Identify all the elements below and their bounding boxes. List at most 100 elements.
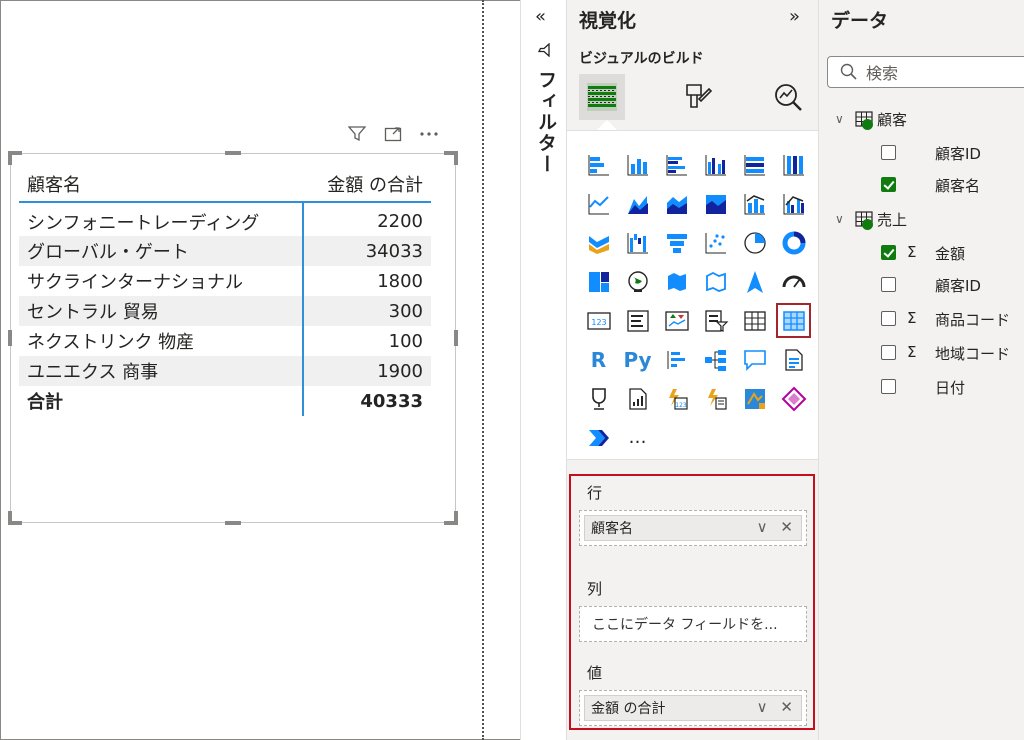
line-and-clustered-column-icon[interactable] xyxy=(774,184,813,223)
collapse-panes-icon[interactable]: « xyxy=(535,6,546,27)
rows-field-pill[interactable]: 顧客名 ∨ ✕ xyxy=(584,515,802,541)
line-and-stacked-column-icon[interactable] xyxy=(735,184,774,223)
field-checkbox[interactable] xyxy=(881,311,896,326)
resize-handle[interactable] xyxy=(454,151,458,165)
field-checkbox-checked[interactable] xyxy=(881,177,896,192)
multi-row-card-icon[interactable] xyxy=(618,301,657,340)
filter-pane-collapsed[interactable]: « フィルター xyxy=(520,0,566,740)
shape-map-icon[interactable] xyxy=(696,262,735,301)
smart-narrative-icon[interactable] xyxy=(774,340,813,379)
chevron-down-icon[interactable]: ∨ xyxy=(835,212,851,226)
waterfall-chart-icon[interactable] xyxy=(618,223,657,262)
100-bar-chart-icon[interactable] xyxy=(735,145,774,184)
column-header-amount[interactable]: 金額 の合計 xyxy=(303,162,431,202)
field-checkbox[interactable] xyxy=(881,379,896,394)
build-visual-icon[interactable] xyxy=(579,74,625,120)
arcgis-map-icon[interactable] xyxy=(735,379,774,418)
rows-well[interactable]: 顧客名 ∨ ✕ xyxy=(579,510,807,546)
area-chart-icon[interactable] xyxy=(618,184,657,223)
power-apps-card-icon[interactable]: 123 xyxy=(657,379,696,418)
stacked-column-chart-icon[interactable] xyxy=(618,145,657,184)
column-header-customer[interactable]: 顧客名 xyxy=(19,162,303,202)
resize-handle[interactable] xyxy=(8,151,12,165)
values-well[interactable]: 金額 の合計 ∨ ✕ xyxy=(579,690,807,726)
paginated-report-icon[interactable] xyxy=(618,379,657,418)
resize-handle[interactable] xyxy=(225,521,241,525)
field-item[interactable]: Σ 地域コード xyxy=(819,338,1024,368)
pie-chart-icon[interactable] xyxy=(735,223,774,262)
values-field-pill[interactable]: 金額 の合計 ∨ ✕ xyxy=(584,695,802,721)
field-label: 顧客ID xyxy=(935,277,981,295)
donut-chart-icon[interactable] xyxy=(774,223,813,262)
check-badge-icon xyxy=(862,219,873,230)
data-pane-title: データ xyxy=(831,10,889,32)
pill-controls[interactable]: ∨ ✕ xyxy=(757,698,797,716)
qa-visual-icon[interactable] xyxy=(735,340,774,379)
matrix-icon[interactable] xyxy=(774,301,813,340)
field-item[interactable]: Σ 金額 xyxy=(819,238,1024,268)
field-item[interactable]: 顧客ID xyxy=(819,138,1024,168)
100-column-chart-icon[interactable] xyxy=(774,145,813,184)
expand-pane-icon[interactable]: » xyxy=(789,6,800,27)
field-checkbox[interactable] xyxy=(881,277,896,292)
resize-handle[interactable] xyxy=(454,511,458,525)
table-node-customer[interactable]: ∨ 顧客 xyxy=(819,104,907,134)
filter-pane-label[interactable]: フィルター xyxy=(533,70,560,175)
power-automate-icon[interactable] xyxy=(696,379,735,418)
funnel-chart-icon[interactable] xyxy=(657,223,696,262)
goals-icon[interactable] xyxy=(579,379,618,418)
stacked-bar-chart-icon[interactable] xyxy=(579,145,618,184)
field-item[interactable]: 顧客ID xyxy=(819,270,1024,300)
more-visuals-icon[interactable]: … xyxy=(618,418,657,457)
resize-handle[interactable] xyxy=(454,330,458,346)
focus-mode-icon[interactable] xyxy=(382,123,404,145)
python-visual-icon[interactable]: Py xyxy=(618,340,657,379)
scatter-chart-icon[interactable] xyxy=(696,223,735,262)
field-checkbox[interactable] xyxy=(881,145,896,160)
100-stacked-area-chart-icon[interactable] xyxy=(696,184,735,223)
field-item[interactable]: Σ 商品コード xyxy=(819,304,1024,334)
power-automate-flow-icon[interactable] xyxy=(579,418,618,457)
table-icon[interactable] xyxy=(735,301,774,340)
decomposition-tree-icon[interactable] xyxy=(696,340,735,379)
ribbon-chart-icon[interactable] xyxy=(579,223,618,262)
field-checkbox-checked[interactable] xyxy=(881,245,896,260)
resize-handle[interactable] xyxy=(8,511,12,525)
resize-handle[interactable] xyxy=(225,151,241,155)
analytics-icon[interactable] xyxy=(765,74,811,120)
slicer-icon[interactable] xyxy=(696,301,735,340)
clustered-column-chart-icon[interactable] xyxy=(696,145,735,184)
table-icon xyxy=(855,111,873,130)
clustered-bar-chart-icon[interactable] xyxy=(657,145,696,184)
r-visual-glyph: R xyxy=(590,347,607,372)
field-item[interactable]: 日付 xyxy=(819,372,1024,402)
stacked-area-chart-icon[interactable] xyxy=(657,184,696,223)
chevron-down-icon[interactable]: ∨ xyxy=(835,112,851,126)
gauge-icon[interactable] xyxy=(774,262,813,301)
key-influencers-icon[interactable] xyxy=(657,340,696,379)
table-visual[interactable]: 顧客名 金額 の合計 シンフォニートレーディング 2200 グローバル・ゲート … xyxy=(8,151,458,525)
total-value: 40333 xyxy=(302,386,431,416)
filter-icon[interactable] xyxy=(346,123,368,145)
field-checkbox[interactable] xyxy=(881,345,896,360)
r-visual-icon[interactable]: R xyxy=(579,340,618,379)
search-input[interactable]: 検索 xyxy=(827,56,1024,88)
total-row: 合計 40333 xyxy=(19,386,431,416)
columns-well[interactable]: ここにデータ フィールドを... xyxy=(579,606,807,642)
format-visual-icon[interactable] xyxy=(673,74,719,120)
table-node-sales[interactable]: ∨ 売上 xyxy=(819,204,907,234)
field-item[interactable]: 顧客名 xyxy=(819,170,1024,200)
table-row: ユニエクス 商事 1900 xyxy=(19,356,431,386)
azure-map-icon[interactable] xyxy=(735,262,774,301)
kpi-icon[interactable] xyxy=(657,301,696,340)
power-apps-icon[interactable] xyxy=(774,379,813,418)
cell-customer: シンフォニートレーディング xyxy=(27,212,260,234)
pill-controls[interactable]: ∨ ✕ xyxy=(757,518,797,536)
card-icon[interactable]: 123 xyxy=(579,301,618,340)
treemap-icon[interactable] xyxy=(579,262,618,301)
filled-map-icon[interactable] xyxy=(657,262,696,301)
line-chart-icon[interactable] xyxy=(579,184,618,223)
more-options-icon[interactable] xyxy=(418,123,440,145)
resize-handle[interactable] xyxy=(8,330,12,346)
map-icon[interactable] xyxy=(618,262,657,301)
